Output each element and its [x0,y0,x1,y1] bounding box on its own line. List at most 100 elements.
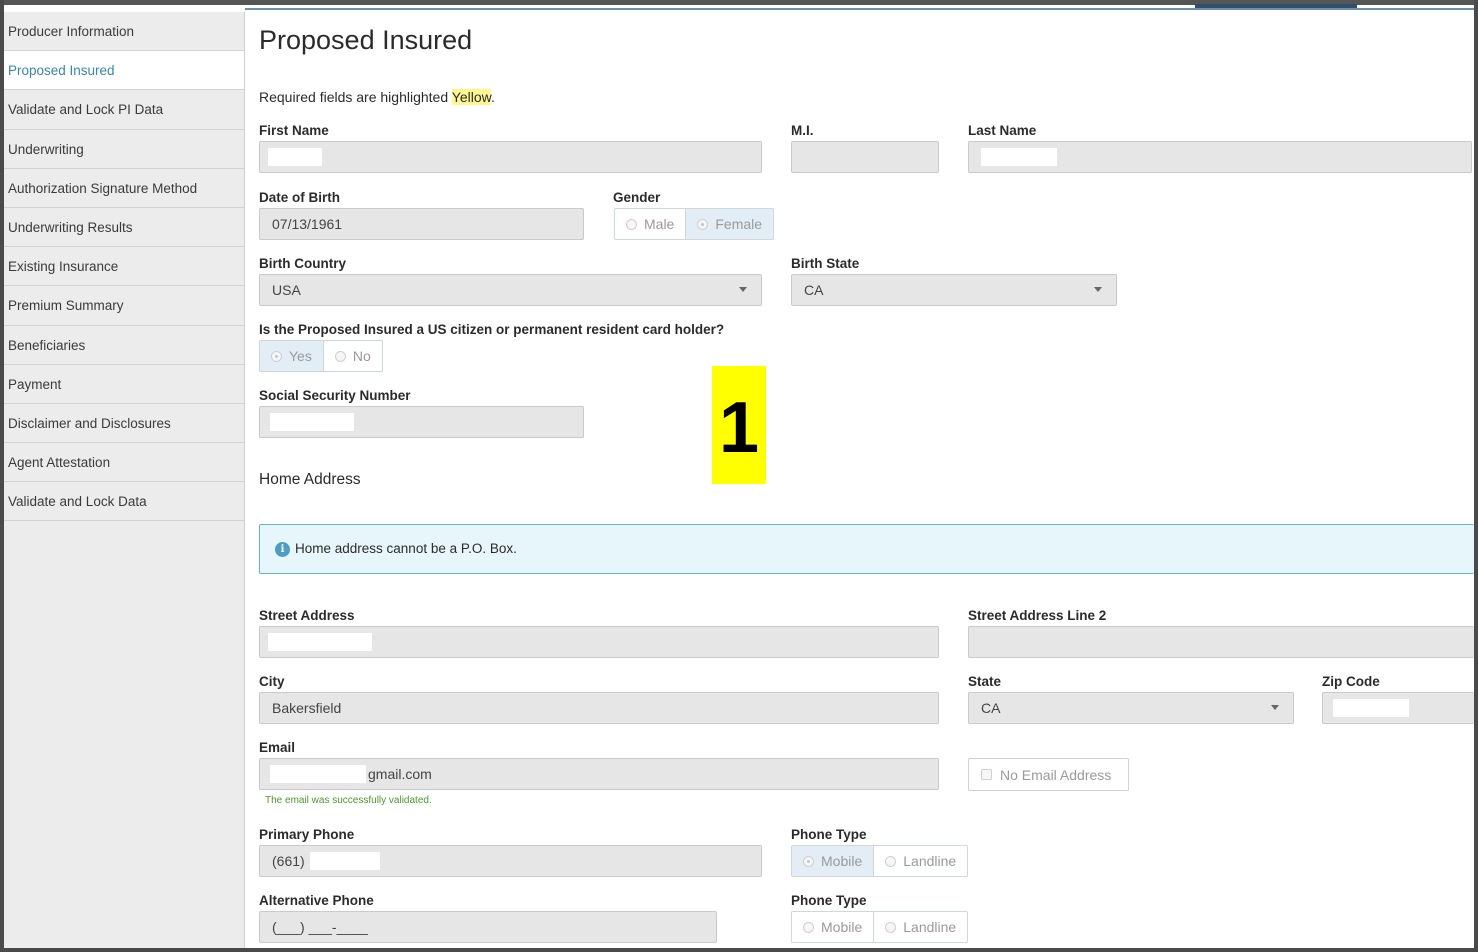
phone-type-1-mobile[interactable]: Mobile [792,846,875,876]
chevron-down-icon [1271,705,1279,710]
radio-icon [334,350,346,362]
required-note-text: Required fields are highlighted [259,89,452,105]
phone-type-2-landline[interactable]: Landline [874,912,967,942]
phone-type-1-landline[interactable]: Landline [874,846,967,876]
required-note-suffix: . [490,89,495,105]
street-address-field[interactable] [259,626,939,658]
state-value: CA [981,700,1001,716]
gender-option-female[interactable]: Female [686,209,774,239]
info-icon: i [275,542,290,557]
ssn-field[interactable] [259,406,584,438]
citizen-radio-group: Yes No [259,340,383,372]
alternative-phone-field[interactable]: (___) ___-____ [259,911,717,943]
radio-icon [803,921,814,933]
radio-icon [885,921,897,933]
city-label: City [259,674,285,689]
sidebar-item-validate-lock-pi-data[interactable]: Validate and Lock PI Data [4,90,244,130]
primary-phone-label: Primary Phone [259,827,355,842]
email-label: Email [259,740,296,755]
sidebar-item-existing-insurance[interactable]: Existing Insurance [4,247,244,287]
sidebar-item-agent-attestation[interactable]: Agent Attestation [4,443,244,483]
info-alert-text: Home address cannot be a P.O. Box. [295,541,517,556]
citizen-option-yes[interactable]: Yes [260,341,324,371]
phone-type-1-radio-group: Mobile Landline [791,845,969,877]
radio-icon [803,855,814,867]
citizen-yes-label: Yes [289,348,312,364]
sidebar-nav: Producer Information Proposed Insured Va… [4,12,245,948]
phone-type-1-label: Phone Type [791,827,867,842]
last-name-field[interactable] [968,141,1472,173]
first-name-label: First Name [259,123,329,138]
zip-code-field[interactable] [1322,692,1474,724]
home-address-heading: Home Address [259,471,361,488]
birth-state-value: CA [804,282,824,298]
redacted-value [270,413,354,431]
street-address-label: Street Address [259,608,355,623]
citizen-option-no[interactable]: No [324,341,382,371]
primary-phone-value: (661) [272,853,305,869]
primary-phone-field[interactable]: (661) [259,845,762,877]
last-name-label: Last Name [968,123,1037,138]
state-label: State [968,674,1002,689]
sidebar-item-beneficiaries[interactable]: Beneficiaries [4,326,244,365]
sidebar-item-validate-lock-data[interactable]: Validate and Lock Data [4,482,244,522]
gender-option-male[interactable]: Male [615,209,687,239]
main-content: Proposed Insured Required fields are hig… [246,12,1474,948]
birth-state-select[interactable]: CA [791,274,1117,306]
gender-female-label: Female [715,216,763,232]
redacted-value [270,765,366,783]
dob-field[interactable]: 07/13/1961 [259,208,584,240]
content-top-border [245,8,1474,10]
email-domain-value: gmail.com [368,766,432,782]
sidebar-item-payment[interactable]: Payment [4,365,244,404]
dob-label: Date of Birth [259,190,340,205]
required-note-highlight: Yellow [451,89,491,105]
no-email-checkbox[interactable]: No Email Address [968,758,1129,791]
city-field[interactable]: Bakersfield [259,692,939,724]
phone-type-2-landline-label: Landline [903,919,957,935]
checkbox-icon [981,769,992,780]
radio-icon [271,350,282,362]
sidebar-item-underwriting[interactable]: Underwriting [4,130,244,169]
redacted-value [268,148,322,166]
state-select[interactable]: CA [968,692,1294,724]
phone-type-2-mobile[interactable]: Mobile [792,912,875,942]
mi-field[interactable] [791,141,939,173]
citizen-question-label: Is the Proposed Insured a US citizen or … [259,322,725,337]
radio-icon [697,218,709,230]
citizen-no-label: No [352,348,371,364]
redacted-value [981,148,1057,166]
mi-label: M.I. [791,123,814,138]
gender-male-label: Male [644,216,675,232]
email-field[interactable]: gmail.com [259,758,939,790]
street-address-2-field[interactable] [968,626,1474,658]
phone-type-2-label: Phone Type [791,893,867,908]
ssn-label: Social Security Number [259,388,411,403]
email-validation-message: The email was successfully validated. [265,795,432,806]
step-number-marker: 1 [712,366,766,484]
radio-icon [885,855,897,867]
page-title: Proposed Insured [259,25,473,55]
street-address-2-label: Street Address Line 2 [968,608,1107,623]
birth-country-label: Birth Country [259,256,346,271]
phone-type-2-mobile-label: Mobile [821,919,863,935]
sidebar-item-authorization-signature-method[interactable]: Authorization Signature Method [4,169,244,208]
sidebar-item-producer-information[interactable]: Producer Information [4,12,244,52]
gender-radio-group: Male Female [614,208,775,240]
chevron-down-icon [1094,287,1102,292]
sidebar-item-proposed-insured[interactable]: Proposed Insured [4,51,244,91]
no-email-label: No Email Address [1000,766,1112,783]
phone-type-2-radio-group: Mobile Landline [791,911,969,943]
sidebar-item-underwriting-results[interactable]: Underwriting Results [4,208,244,248]
phone-type-1-mobile-label: Mobile [821,853,863,869]
first-name-field[interactable] [259,141,762,173]
sidebar-item-disclaimer-disclosures[interactable]: Disclaimer and Disclosures [4,404,244,444]
sidebar-item-premium-summary[interactable]: Premium Summary [4,286,244,326]
redacted-value [268,633,372,651]
birth-country-value: USA [272,282,301,298]
birth-state-label: Birth State [791,256,860,271]
phone-type-1-landline-label: Landline [903,853,957,869]
zip-code-label: Zip Code [1322,674,1380,689]
redacted-value [310,852,380,870]
birth-country-select[interactable]: USA [259,274,762,306]
